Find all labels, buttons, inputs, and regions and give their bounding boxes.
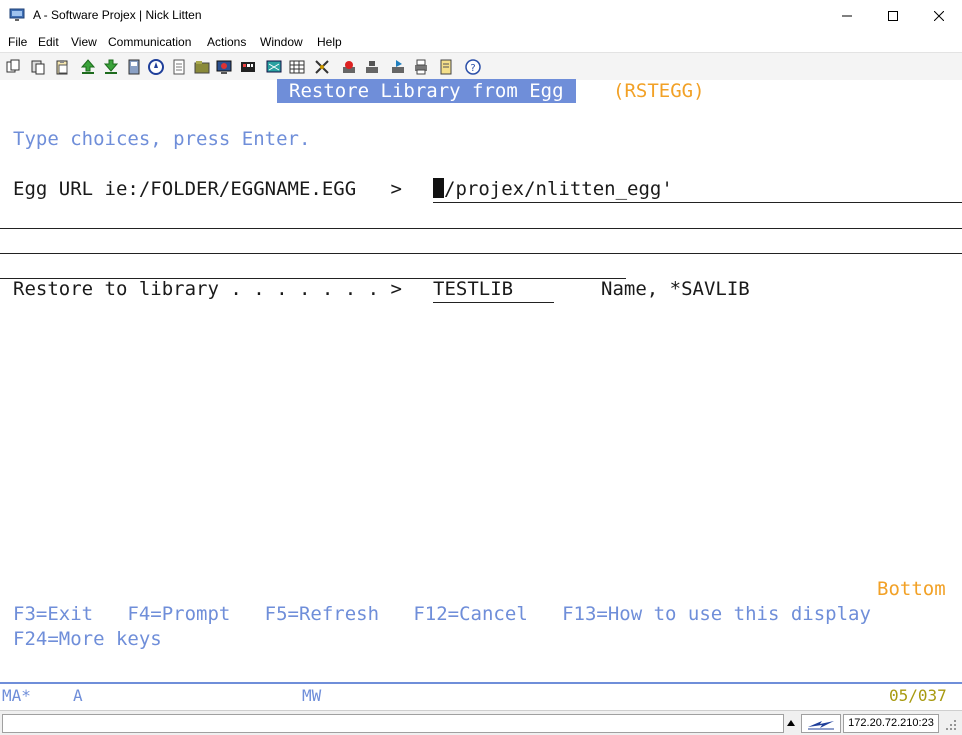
notes-icon[interactable] [438,59,454,75]
scroll-up-icon[interactable] [786,718,796,728]
cursor-position: 05/037 [889,686,947,705]
egg-url-continuation-line-2[interactable] [0,253,962,254]
play-icon[interactable] [390,59,406,75]
menu-file[interactable]: File [8,35,27,49]
menu-help[interactable]: Help [317,35,342,49]
macro-icon[interactable] [314,59,330,75]
close-button[interactable] [916,0,962,31]
function-keys-line-1[interactable]: F3=Exit F4=Prompt F5=Refresh F12=Cancel … [13,603,871,625]
cursor [433,178,444,198]
grid-icon[interactable] [289,59,305,75]
toolbar: ? [0,52,962,82]
help-icon[interactable]: ? [465,59,481,75]
keyboard-icon[interactable] [240,59,256,75]
status-ma: MA* [2,686,31,705]
lightning-icon [808,720,834,729]
instruction-text: Type choices, press Enter. [13,128,311,150]
menu-bar: File Edit View Communication Actions Win… [0,31,962,52]
host-address: 172.20.72.210:23 [843,714,939,733]
document-icon[interactable] [171,59,187,75]
paste-icon[interactable] [30,59,46,75]
close-icon [934,10,944,21]
menu-communication[interactable]: Communication [108,35,191,49]
svg-text:?: ? [470,63,475,74]
bottom-status-bar: 172.20.72.210:23 [0,710,962,735]
message-field [2,714,784,733]
resize-grip-icon[interactable] [945,719,957,731]
terminal-screen[interactable]: Restore Library from Egg (RSTEGG) Type c… [0,79,962,684]
menu-actions[interactable]: Actions [207,35,246,49]
status-session: A [73,686,83,705]
window-title: A - Software Projex | Nick Litten [33,8,202,22]
menu-edit[interactable]: Edit [38,35,59,49]
record-icon[interactable] [341,59,357,75]
download-icon[interactable] [103,59,119,75]
stop-icon[interactable] [364,59,380,75]
command-name: (RSTEGG) [613,80,705,102]
restore-library-hint: Name, *SAVLIB [601,278,750,300]
clipboard-icon[interactable] [54,59,70,75]
operator-info-area: MA* A MW 05/037 [0,684,962,710]
compass-icon[interactable] [148,59,164,75]
status-mode: MW [302,686,322,705]
display-icon[interactable] [216,59,232,75]
maximize-button[interactable] [870,0,916,31]
restore-library-underline [433,302,554,303]
print-icon[interactable] [413,59,429,75]
function-keys-line-2[interactable]: F24=More keys [13,628,162,650]
upload-icon[interactable] [80,59,96,75]
connection-indicator [801,714,841,733]
minimize-button[interactable] [824,0,870,31]
copy-icon[interactable] [5,59,21,75]
egg-url-underline [433,202,962,203]
maximize-icon [888,10,898,21]
restore-library-label: Restore to library . . . . . . . > [13,278,402,300]
more-indicator: Bottom [877,578,946,600]
restore-library-input[interactable]: TESTLIB [433,278,513,300]
egg-url-value: /projex/nlitten_egg' [444,178,673,200]
menu-view[interactable]: View [71,35,97,49]
folder-icon[interactable] [194,59,210,75]
egg-url-label: Egg URL ie:/FOLDER/EGGNAME.EGG > [13,178,402,200]
egg-url-continuation-line-1[interactable] [0,228,962,229]
egg-url-input[interactable]: /projex/nlitten_egg' [433,178,673,200]
minimize-icon [842,15,852,16]
title-bar: A - Software Projex | Nick Litten [0,0,962,31]
screen-title: Restore Library from Egg [277,79,576,103]
disk-icon[interactable] [126,59,142,75]
menu-window[interactable]: Window [260,35,303,49]
screen-icon[interactable] [266,59,282,75]
monitor-icon [9,8,25,21]
